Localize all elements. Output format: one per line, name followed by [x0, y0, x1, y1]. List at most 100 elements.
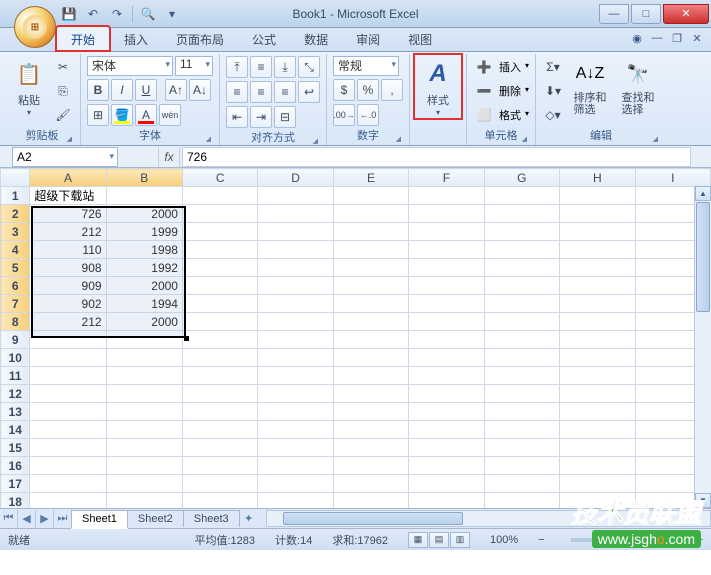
tab-page-layout[interactable]: 页面布局	[162, 27, 238, 51]
cell-E14[interactable]	[333, 421, 408, 439]
cell-D7[interactable]	[258, 295, 333, 313]
col-header-F[interactable]: F	[409, 169, 484, 187]
cell-D14[interactable]	[258, 421, 333, 439]
cell-D3[interactable]	[258, 223, 333, 241]
cell-E5[interactable]	[333, 259, 408, 277]
cell-F17[interactable]	[409, 475, 484, 493]
save-icon[interactable]: 💾	[60, 5, 78, 23]
format-painter-icon[interactable]: 🖌	[52, 104, 74, 126]
cell-B1[interactable]	[106, 187, 182, 205]
cell-F10[interactable]	[409, 349, 484, 367]
cell-E3[interactable]	[333, 223, 408, 241]
col-header-G[interactable]: G	[484, 169, 559, 187]
cell-C16[interactable]	[182, 457, 257, 475]
fill-color-button[interactable]: 🪣	[111, 104, 133, 126]
cell-G18[interactable]	[484, 493, 559, 509]
cell-E2[interactable]	[333, 205, 408, 223]
cell-C14[interactable]	[182, 421, 257, 439]
cell-G12[interactable]	[484, 385, 559, 403]
cell-C12[interactable]	[182, 385, 257, 403]
find-select-button[interactable]: 🔭 查找和 选择	[616, 56, 660, 116]
horizontal-scrollbar[interactable]	[266, 510, 711, 527]
cell-D5[interactable]	[258, 259, 333, 277]
vertical-scrollbar[interactable]: ▲ ▼	[694, 186, 711, 508]
minimize-button[interactable]: —	[599, 4, 629, 24]
cell-D1[interactable]	[258, 187, 333, 205]
row-header-3[interactable]: 3	[1, 223, 30, 241]
cell-C1[interactable]	[182, 187, 257, 205]
col-header-D[interactable]: D	[258, 169, 333, 187]
cell-H4[interactable]	[560, 241, 635, 259]
orientation-button[interactable]: ⤡	[298, 56, 320, 78]
wrap-text-button[interactable]: ↩	[298, 81, 320, 103]
page-break-view-icon[interactable]: ▥	[450, 532, 470, 548]
font-color-button[interactable]: A	[135, 104, 157, 126]
cell-D18[interactable]	[258, 493, 333, 509]
row-header-4[interactable]: 4	[1, 241, 30, 259]
font-size-combo[interactable]: 11	[175, 56, 213, 76]
cell-C13[interactable]	[182, 403, 257, 421]
cell-F11[interactable]	[409, 367, 484, 385]
cut-icon[interactable]: ✂	[52, 56, 74, 78]
cell-E16[interactable]	[333, 457, 408, 475]
cell-C18[interactable]	[182, 493, 257, 509]
prev-sheet-icon[interactable]: ◀	[18, 510, 36, 528]
cell-A11[interactable]	[30, 367, 106, 385]
copy-icon[interactable]: ⎘	[52, 80, 74, 102]
cell-F14[interactable]	[409, 421, 484, 439]
cell-C9[interactable]	[182, 331, 257, 349]
cell-D11[interactable]	[258, 367, 333, 385]
increase-decimal-button[interactable]: .00→	[333, 104, 355, 126]
cell-H6[interactable]	[560, 277, 635, 295]
cell-G13[interactable]	[484, 403, 559, 421]
comma-button[interactable]: ,	[381, 79, 403, 101]
cell-E13[interactable]	[333, 403, 408, 421]
row-header-7[interactable]: 7	[1, 295, 30, 313]
cell-G3[interactable]	[484, 223, 559, 241]
cell-B17[interactable]	[106, 475, 182, 493]
select-all-corner[interactable]	[1, 169, 30, 187]
cell-C10[interactable]	[182, 349, 257, 367]
cell-C4[interactable]	[182, 241, 257, 259]
cell-G17[interactable]	[484, 475, 559, 493]
row-header-10[interactable]: 10	[1, 349, 30, 367]
cell-G16[interactable]	[484, 457, 559, 475]
cell-G5[interactable]	[484, 259, 559, 277]
cell-F3[interactable]	[409, 223, 484, 241]
cell-G8[interactable]	[484, 313, 559, 331]
zoom-level[interactable]: 100%	[490, 534, 518, 546]
cell-E15[interactable]	[333, 439, 408, 457]
cell-B7[interactable]: 1994	[106, 295, 182, 313]
cell-H2[interactable]	[560, 205, 635, 223]
cell-H18[interactable]	[560, 493, 635, 509]
cell-B5[interactable]: 1992	[106, 259, 182, 277]
fill-button[interactable]: ⬇▾	[542, 80, 564, 102]
cell-E9[interactable]	[333, 331, 408, 349]
cell-B2[interactable]: 2000	[106, 205, 182, 223]
office-button[interactable]: ⊞	[14, 6, 56, 48]
cell-A2[interactable]: 726	[30, 205, 106, 223]
cell-F12[interactable]	[409, 385, 484, 403]
cell-C15[interactable]	[182, 439, 257, 457]
percent-button[interactable]: %	[357, 79, 379, 101]
cell-E4[interactable]	[333, 241, 408, 259]
cell-A8[interactable]: 212	[30, 313, 106, 331]
maximize-button[interactable]: □	[631, 4, 661, 24]
cell-G9[interactable]	[484, 331, 559, 349]
cell-E1[interactable]	[333, 187, 408, 205]
row-header-13[interactable]: 13	[1, 403, 30, 421]
page-layout-view-icon[interactable]: ▤	[429, 532, 449, 548]
cell-H17[interactable]	[560, 475, 635, 493]
cell-G11[interactable]	[484, 367, 559, 385]
cell-G14[interactable]	[484, 421, 559, 439]
cell-C2[interactable]	[182, 205, 257, 223]
tab-view[interactable]: 视图	[394, 27, 446, 51]
row-header-18[interactable]: 18	[1, 493, 30, 509]
qat-dropdown-icon[interactable]: ▾	[163, 5, 181, 23]
format-cells-button[interactable]: ⬜格式▾	[473, 104, 529, 126]
scroll-up-icon[interactable]: ▲	[695, 186, 711, 201]
scroll-thumb[interactable]	[696, 202, 710, 312]
cell-F18[interactable]	[409, 493, 484, 509]
italic-button[interactable]: I	[111, 79, 133, 101]
cell-A6[interactable]: 909	[30, 277, 106, 295]
